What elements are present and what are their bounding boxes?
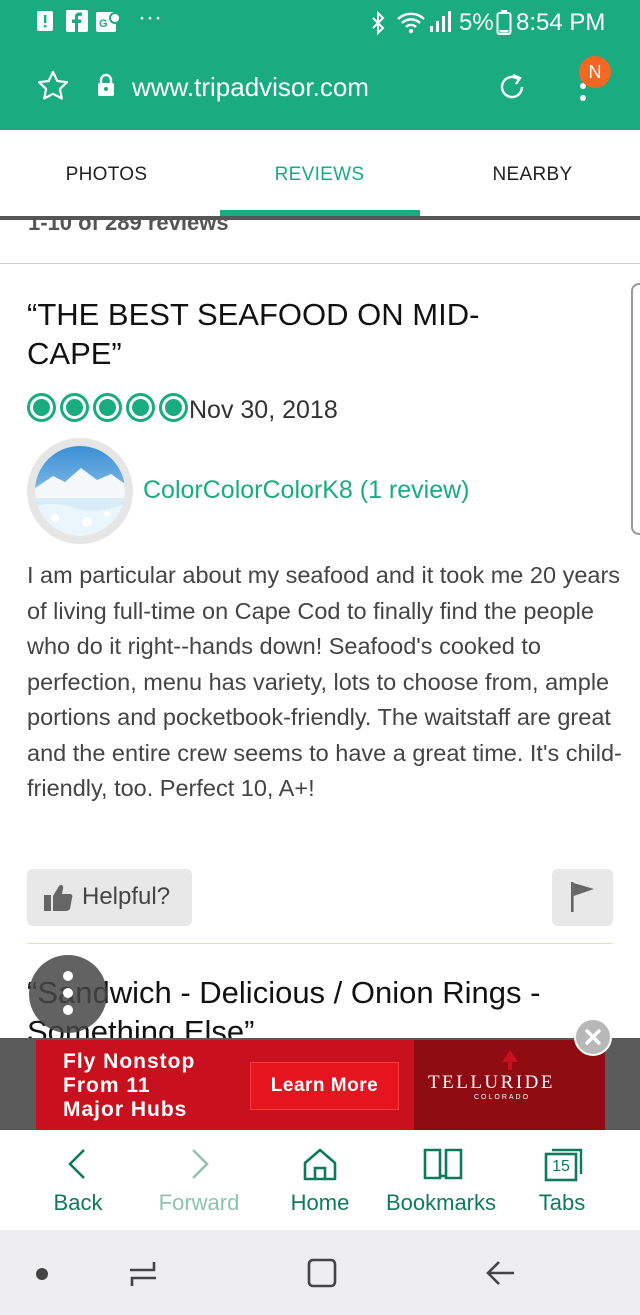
home-square-icon[interactable] bbox=[306, 1256, 338, 1295]
forward-button[interactable]: Forward bbox=[135, 1130, 263, 1230]
review-count: 1-10 of 289 reviews bbox=[28, 220, 229, 235]
url-text[interactable]: www.tripadvisor.com bbox=[132, 72, 369, 103]
dot-indicator bbox=[36, 1268, 48, 1280]
review-title[interactable]: “THE BEST SEAFOOD ON MID-CAPE” bbox=[27, 295, 567, 373]
maps-icon: G bbox=[96, 10, 122, 39]
rating-bubbles bbox=[27, 393, 188, 423]
report-flag-button[interactable] bbox=[552, 869, 613, 926]
ad-text-line: Major Hubs bbox=[63, 1098, 188, 1121]
facebook-icon bbox=[66, 10, 88, 37]
chevron-left-icon bbox=[68, 1149, 85, 1179]
tab-bar: PHOTOS REVIEWS NEARBY bbox=[0, 130, 640, 220]
browser-header: G ··· 5% 8:54 PM www.tripadvisor.com N bbox=[0, 0, 640, 130]
edge-panel-handle[interactable] bbox=[631, 283, 640, 535]
avatar[interactable] bbox=[27, 438, 133, 544]
home-button[interactable]: Home bbox=[256, 1130, 384, 1230]
bluetooth-icon bbox=[370, 10, 386, 40]
back-label: Back bbox=[53, 1190, 103, 1215]
book-icon bbox=[423, 1148, 463, 1180]
system-nav-bar bbox=[0, 1230, 640, 1315]
helpful-label: Helpful? bbox=[82, 883, 171, 910]
tab-count: 15 bbox=[552, 1158, 570, 1175]
back-arrow-icon[interactable] bbox=[484, 1256, 518, 1295]
forward-label: Forward bbox=[158, 1190, 240, 1215]
ad-brand-sub: COLORADO bbox=[474, 1094, 531, 1101]
lock-icon bbox=[96, 73, 116, 102]
ad-text-line: From 11 bbox=[63, 1074, 151, 1097]
tabs-label: Tabs bbox=[538, 1190, 586, 1215]
ad-brand-logo: TELLURIDE bbox=[428, 1072, 555, 1093]
helpful-button[interactable]: Helpful? bbox=[27, 869, 192, 926]
thumbs-up-icon bbox=[43, 882, 73, 919]
bookmarks-button[interactable]: Bookmarks bbox=[377, 1130, 505, 1230]
reload-icon[interactable] bbox=[495, 70, 529, 109]
svg-text:G: G bbox=[99, 18, 108, 30]
active-tab-indicator bbox=[220, 210, 420, 216]
review-date: Nov 30, 2018 bbox=[189, 396, 338, 424]
home-label: Home bbox=[290, 1190, 350, 1215]
rating-bubble-icon bbox=[93, 393, 122, 422]
battery-icon bbox=[496, 10, 512, 41]
rating-bubble-icon bbox=[27, 393, 56, 422]
chevron-right-icon bbox=[192, 1149, 209, 1179]
flag-icon bbox=[569, 880, 597, 919]
review-body: I am particular about my seafood and it … bbox=[27, 562, 622, 801]
battery-percent: 5% bbox=[459, 9, 494, 36]
tab-nearby[interactable]: NEARBY bbox=[426, 164, 639, 186]
rating-bubble-icon bbox=[159, 393, 188, 422]
rating-bubble-icon bbox=[60, 393, 89, 422]
ad-close-button[interactable] bbox=[574, 1018, 612, 1056]
ad-text-line: Fly Nonstop bbox=[63, 1050, 196, 1073]
tab-reviews[interactable]: REVIEWS bbox=[213, 164, 426, 186]
back-button[interactable]: Back bbox=[14, 1130, 142, 1230]
ad-text: Fly Nonstop From 11 Major Hubs bbox=[63, 1050, 195, 1122]
review-divider bbox=[27, 943, 613, 944]
profile-badge[interactable]: N bbox=[579, 56, 611, 88]
reviewer-name-link[interactable]: ColorColorColorK8 (1 review) bbox=[143, 476, 470, 505]
home-icon bbox=[303, 1148, 337, 1181]
ad-banner[interactable]: Fly Nonstop From 11 Major Hubs Learn Mor… bbox=[36, 1040, 605, 1130]
bookmarks-label: Bookmarks bbox=[385, 1190, 497, 1215]
status-bar: G ··· 5% 8:54 PM bbox=[0, 0, 640, 46]
star-bookmark-icon[interactable] bbox=[37, 70, 69, 107]
clock: 8:54 PM bbox=[516, 9, 606, 36]
url-bar[interactable]: www.tripadvisor.com N bbox=[0, 56, 640, 118]
signal-icon bbox=[428, 10, 454, 39]
review-count-strip: 1-10 of 289 reviews bbox=[0, 220, 640, 264]
ad-learn-more-button[interactable]: Learn More bbox=[250, 1062, 399, 1110]
floating-menu-button[interactable] bbox=[29, 955, 107, 1033]
rating-bubble-icon bbox=[126, 393, 155, 422]
browser-bottom-nav: Back Forward Home Bookmarks 15 Tabs bbox=[0, 1130, 640, 1230]
tabs-button[interactable]: 15 Tabs bbox=[498, 1130, 626, 1230]
tab-photos[interactable]: PHOTOS bbox=[0, 164, 213, 186]
overflow-dots: ··· bbox=[138, 4, 162, 31]
recent-apps-icon[interactable] bbox=[126, 1258, 160, 1295]
wifi-icon bbox=[396, 10, 426, 39]
alert-icon bbox=[36, 10, 54, 37]
next-review-title[interactable]: “Sandwich - Delicious / Onion Rings - So… bbox=[27, 973, 627, 1041]
